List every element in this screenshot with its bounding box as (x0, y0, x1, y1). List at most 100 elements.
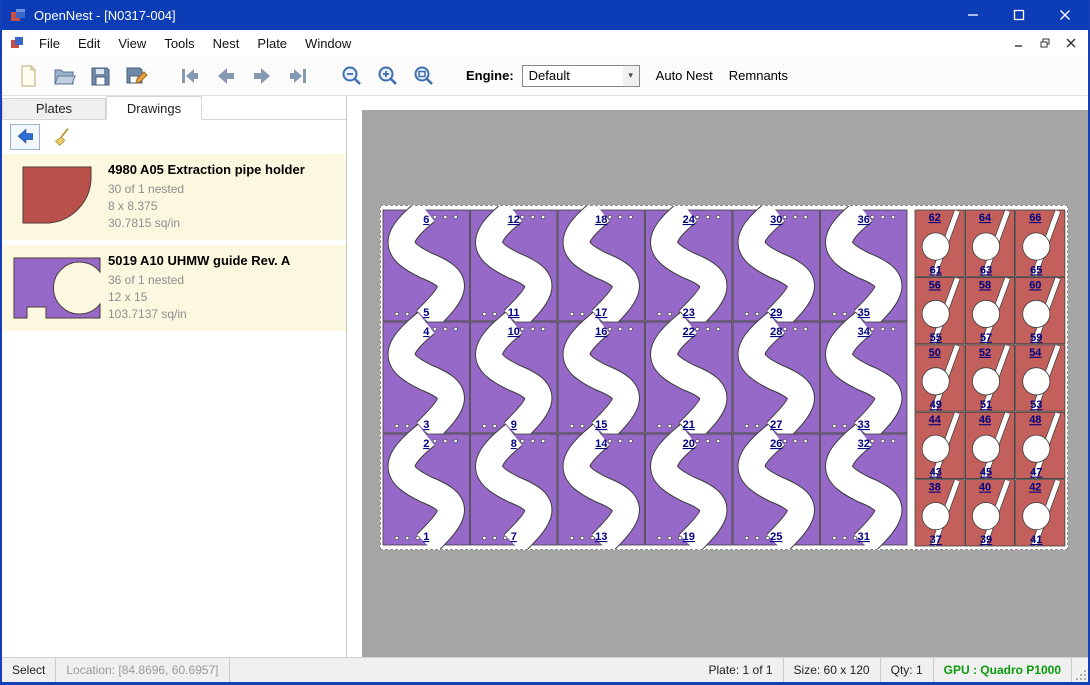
import-part-button[interactable] (10, 124, 40, 150)
zoom-out-button[interactable] (334, 59, 370, 93)
zoom-out-icon (340, 64, 364, 88)
mdi-minimize-icon (1014, 38, 1024, 48)
part-number-label: 47 (1030, 467, 1042, 479)
part-number-label: 13 (595, 531, 607, 543)
mdi-minimize-button[interactable] (1008, 34, 1030, 52)
part-number-label: 52 (979, 347, 991, 359)
part-number-label: 3 (423, 419, 429, 431)
part-number-label: 16 (595, 326, 607, 338)
mdi-close-button[interactable] (1060, 34, 1082, 52)
menu-item-plate[interactable]: Plate (248, 30, 296, 56)
part-number-label: 42 (1029, 482, 1041, 494)
resize-grip-icon (1075, 669, 1088, 682)
resize-grip[interactable] (1072, 658, 1088, 682)
main-content: PlatesDrawings 4980 A05 Extraction pipe … (2, 96, 1088, 657)
part-number-label: 59 (1030, 332, 1042, 344)
zoom-fit-button[interactable] (406, 59, 442, 93)
auto-nest-button[interactable]: Auto Nest (656, 68, 713, 83)
app-icon (10, 7, 26, 23)
nav-next-icon (250, 64, 274, 88)
drawing-size: 12 x 15 (108, 289, 290, 306)
nav-next-button[interactable] (244, 59, 280, 93)
close-button[interactable] (1042, 0, 1088, 30)
mdi-restore-button[interactable] (1034, 34, 1056, 52)
part-number-label: 39 (980, 534, 992, 546)
menu-item-tools[interactable]: Tools (155, 30, 203, 56)
part-number-label: 54 (1029, 347, 1042, 359)
status-location: Location: [84.8696, 60.6957] (56, 658, 229, 682)
part-thumbnail (6, 253, 108, 323)
clean-button[interactable] (48, 124, 78, 150)
save-button[interactable] (82, 59, 118, 93)
part-number-label: 6 (423, 214, 429, 226)
open-file-button[interactable] (46, 59, 82, 93)
engine-select[interactable]: Default ▾ (522, 65, 640, 87)
drawing-item[interactable]: 5019 A10 UHMW guide Rev. A36 of 1 nested… (2, 245, 346, 331)
part-number-label: 29 (770, 307, 782, 319)
part-number-label: 41 (1030, 534, 1042, 546)
minimize-button[interactable] (950, 0, 996, 30)
zoom-in-button[interactable] (370, 59, 406, 93)
part-number-label: 11 (508, 307, 520, 319)
part-number-label: 55 (930, 332, 942, 344)
drawing-item[interactable]: 4980 A05 Extraction pipe holder30 of 1 n… (2, 154, 346, 240)
menu-item-nest[interactable]: Nest (204, 30, 249, 56)
part-number-label: 48 (1029, 414, 1041, 426)
tab-plates[interactable]: Plates (2, 98, 106, 119)
part-number-label: 33 (858, 419, 870, 431)
drawing-area: 103.7137 sq/in (108, 306, 290, 323)
part-number-label: 57 (980, 332, 992, 344)
part-number-label: 21 (683, 419, 695, 431)
menu-item-view[interactable]: View (109, 30, 155, 56)
minimize-icon (967, 9, 979, 21)
status-gpu: GPU : Quadro P1000 (934, 658, 1072, 682)
new-file-button[interactable] (10, 59, 46, 93)
sidebar-tabs: PlatesDrawings (2, 96, 346, 120)
status-qty: Qty: 1 (881, 658, 934, 682)
part-number-label: 15 (595, 419, 607, 431)
nav-last-button[interactable] (280, 59, 316, 93)
nest-canvas[interactable]: 6512111817242330293635431091615222128273… (362, 110, 1088, 657)
red-part-icon (22, 166, 92, 224)
part-number-label: 36 (858, 214, 870, 226)
title-bar: OpenNest - [N0317-004] (2, 0, 1088, 30)
save-as-button[interactable] (118, 59, 154, 93)
zoom-in-icon (376, 64, 400, 88)
close-icon (1059, 9, 1071, 21)
part-number-label: 31 (858, 531, 870, 543)
nav-prev-button[interactable] (208, 59, 244, 93)
plate-surface[interactable]: 6512111817242330293635431091615222128273… (380, 205, 1068, 550)
maximize-button[interactable] (996, 0, 1042, 30)
combo-arrow-icon[interactable]: ▾ (623, 66, 639, 86)
nav-first-button[interactable] (172, 59, 208, 93)
part-number-label: 45 (980, 467, 992, 479)
drawing-title: 4980 A05 Extraction pipe holder (108, 162, 305, 178)
window-controls (950, 0, 1088, 30)
menu-item-window[interactable]: Window (296, 30, 360, 56)
remnants-button[interactable]: Remnants (729, 68, 788, 83)
part-number-label: 64 (979, 212, 992, 224)
menu-item-file[interactable]: File (30, 30, 69, 56)
status-mode: Select (2, 658, 56, 682)
part-number-label: 1 (423, 531, 429, 543)
engine-label: Engine: (466, 68, 514, 83)
part-number-label: 40 (979, 482, 991, 494)
menu-item-edit[interactable]: Edit (69, 30, 109, 56)
maximize-icon (1013, 9, 1025, 21)
part-number-label: 9 (511, 419, 517, 431)
part-number-label: 65 (1030, 264, 1042, 276)
part-number-label: 24 (683, 214, 696, 226)
main-toolbar: Engine: Default ▾ Auto Nest Remnants (2, 56, 1088, 96)
part-number-label: 5 (423, 307, 429, 319)
mdi-restore-icon (1040, 38, 1050, 48)
status-plate: Plate: 1 of 1 (699, 658, 784, 682)
mdi-close-icon (1066, 38, 1076, 48)
new-file-icon (16, 64, 40, 88)
part-number-label: 58 (979, 279, 991, 291)
tab-drawings[interactable]: Drawings (106, 96, 202, 120)
part-number-label: 56 (929, 279, 941, 291)
status-bar: Select Location: [84.8696, 60.6957] Plat… (2, 657, 1088, 682)
part-number-label: 51 (980, 399, 992, 411)
status-size: Size: 60 x 120 (784, 658, 881, 682)
part-number-label: 60 (1029, 279, 1041, 291)
